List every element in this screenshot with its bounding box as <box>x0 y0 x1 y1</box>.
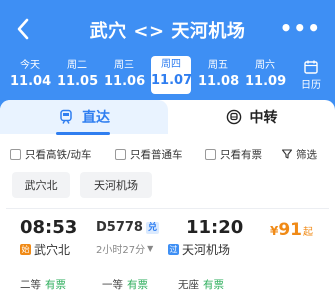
train-number-text: D5778 <box>96 220 143 235</box>
date-value: 11.04 <box>10 74 52 89</box>
checkbox[interactable] <box>10 148 21 160</box>
price-value: 91 <box>278 220 302 240</box>
filter-button-label: 筛选 <box>296 148 317 161</box>
train-result-card[interactable]: 08:53 D5778 兑 11:20 ¥ 91 起 始 武穴北 2小时27分 … <box>6 208 329 300</box>
date-weekday: 周四 <box>161 59 181 70</box>
seat-availability: 二等 有票 一等 有票 无座 有票 <box>20 277 320 293</box>
date-weekday: 周二 <box>67 60 87 71</box>
train-number: D5778 兑 <box>96 220 159 235</box>
funnel-icon <box>281 149 293 159</box>
date-item-tue[interactable]: 周二 11.05 <box>57 56 99 94</box>
date-item-fri[interactable]: 周五 11.08 <box>198 56 240 94</box>
price: ¥ 91 起 <box>270 220 313 240</box>
checkbox[interactable] <box>205 148 216 160</box>
back-button[interactable] <box>12 14 36 44</box>
tab-transfer[interactable]: 中转 <box>168 100 335 134</box>
filter-highspeed[interactable]: 只看高铁/动车 <box>10 146 92 162</box>
date-item-today[interactable]: 今天 11.04 <box>10 56 52 94</box>
chip-to-station[interactable]: 天河机场 <box>80 172 152 198</box>
filter-normal[interactable]: 只看普通车 <box>115 146 183 162</box>
from-station-name: 武穴北 <box>34 243 71 257</box>
filter-row: 只看高铁/动车 只看普通车 只看有票 筛选 <box>0 146 335 166</box>
filter-available[interactable]: 只看有票 <box>205 146 262 162</box>
filter-highspeed-label: 只看高铁/动车 <box>25 148 92 161</box>
calendar-button[interactable]: 日历 <box>297 56 325 94</box>
calendar-label: 日历 <box>301 80 321 91</box>
chevron-down-icon: ▼ <box>147 244 154 253</box>
date-weekday: 周五 <box>208 60 228 71</box>
duration-text: 2小时27分 <box>96 245 146 256</box>
date-item-thu-selected[interactable]: 周四 11.07 <box>151 56 193 94</box>
checkbox[interactable] <box>115 148 126 160</box>
calendar-icon <box>304 60 318 74</box>
filter-button[interactable]: 筛选 <box>281 146 317 162</box>
results-panel: 直达 中转 只看高铁/动车 只看普通车 只看有票 筛选 武穴北 天河机场 08:… <box>0 100 335 300</box>
seat-class: 一等 <box>102 279 123 291</box>
date-weekday: 周六 <box>255 60 275 71</box>
date-weekday: 周三 <box>114 60 134 71</box>
seat-class: 无座 <box>178 279 199 291</box>
arrive-time: 11:20 <box>186 217 244 238</box>
exchange-badge: 兑 <box>145 221 159 234</box>
date-selector: 今天 11.04 周二 11.05 周三 11.06 周四 11.07 周五 1… <box>0 56 292 94</box>
filter-normal-label: 只看普通车 <box>130 148 183 161</box>
chevron-left-icon <box>17 18 29 40</box>
price-currency: ¥ <box>269 224 279 238</box>
to-station-name: 天河机场 <box>182 243 231 257</box>
duration-toggle[interactable]: 2小时27分 ▼ <box>96 241 153 256</box>
more-menu-button[interactable]: ••• <box>280 16 321 40</box>
seat-first-class: 一等 有票 <box>102 277 148 292</box>
seat-status: 有票 <box>127 279 148 291</box>
pass-badge: 过 <box>168 244 179 255</box>
active-tab-indicator <box>56 132 110 135</box>
origin-badge: 始 <box>20 244 31 255</box>
from-station: 始 武穴北 <box>20 241 70 258</box>
date-value: 11.07 <box>151 73 193 88</box>
date-item-wed[interactable]: 周三 11.06 <box>104 56 146 94</box>
chip-from-station[interactable]: 武穴北 <box>12 172 70 198</box>
tab-direct-label: 直达 <box>82 110 110 126</box>
to-station: 过 天河机场 <box>168 241 230 258</box>
date-value: 11.08 <box>198 74 240 89</box>
tab-bar: 直达 中转 <box>0 100 335 136</box>
date-item-sat[interactable]: 周六 11.09 <box>245 56 287 94</box>
tab-transfer-label: 中转 <box>249 110 278 126</box>
date-weekday: 今天 <box>20 60 40 71</box>
seat-class: 二等 <box>20 279 41 291</box>
seat-second-class: 二等 有票 <box>20 277 66 292</box>
seat-status: 有票 <box>45 279 66 291</box>
price-suffix: 起 <box>303 227 313 238</box>
date-value: 11.09 <box>245 74 287 89</box>
transfer-icon <box>226 109 241 125</box>
filter-available-label: 只看有票 <box>220 148 262 161</box>
date-value: 11.06 <box>104 74 146 89</box>
train-icon <box>60 109 72 124</box>
route-title[interactable]: 武穴 <> 天河机场 <box>70 17 265 43</box>
seat-status: 有票 <box>203 279 224 291</box>
seat-no-seat: 无座 有票 <box>178 277 224 292</box>
depart-time: 08:53 <box>20 217 78 238</box>
date-value: 11.05 <box>57 74 99 89</box>
tab-direct[interactable]: 直达 <box>0 100 168 134</box>
